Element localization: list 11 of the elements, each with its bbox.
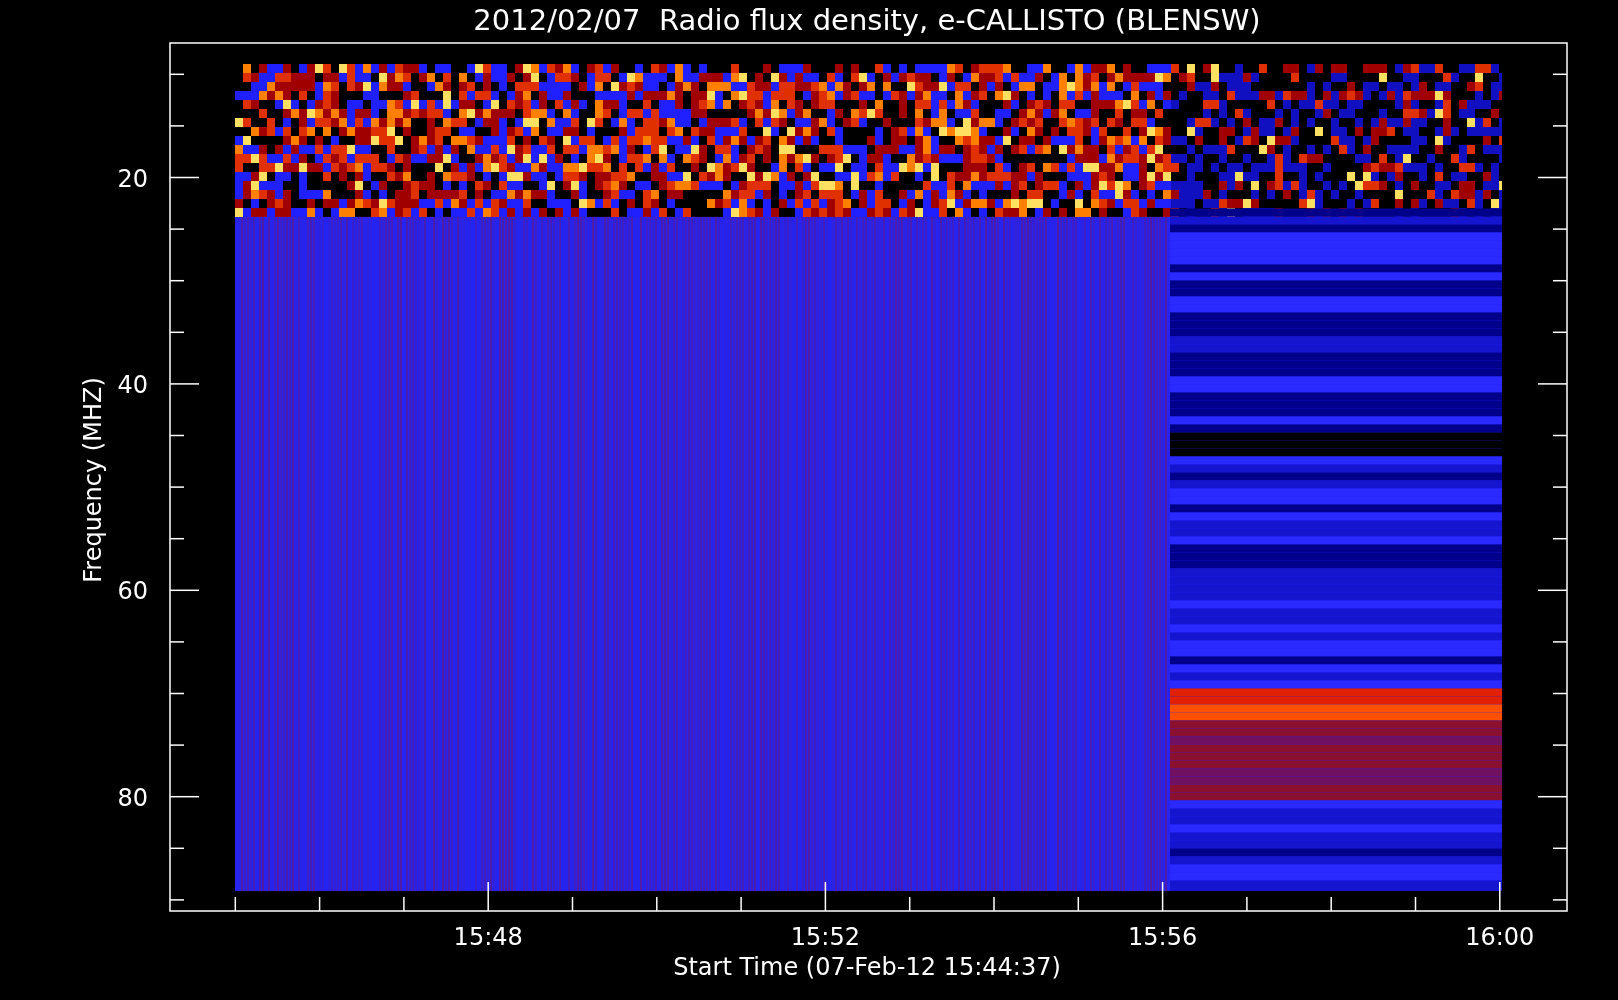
axis-label: Start Time (07-Feb-12 15:44:37): [673, 953, 1061, 981]
tick-label: 16:00: [1465, 923, 1535, 951]
tick-label: 20: [117, 164, 148, 193]
tick-label: 80: [117, 783, 148, 812]
tick-label: 60: [117, 577, 148, 606]
plot-title: 2012/02/07 Radio flux density, e-CALLISTO (BLENSW): [473, 3, 1261, 37]
tick-label: 15:52: [790, 923, 860, 951]
tick-label: 15:48: [453, 923, 523, 951]
tick-label: 40: [117, 370, 148, 399]
axis-label: Frequency (MHZ): [79, 377, 107, 583]
tick-label: 15:56: [1128, 923, 1198, 951]
